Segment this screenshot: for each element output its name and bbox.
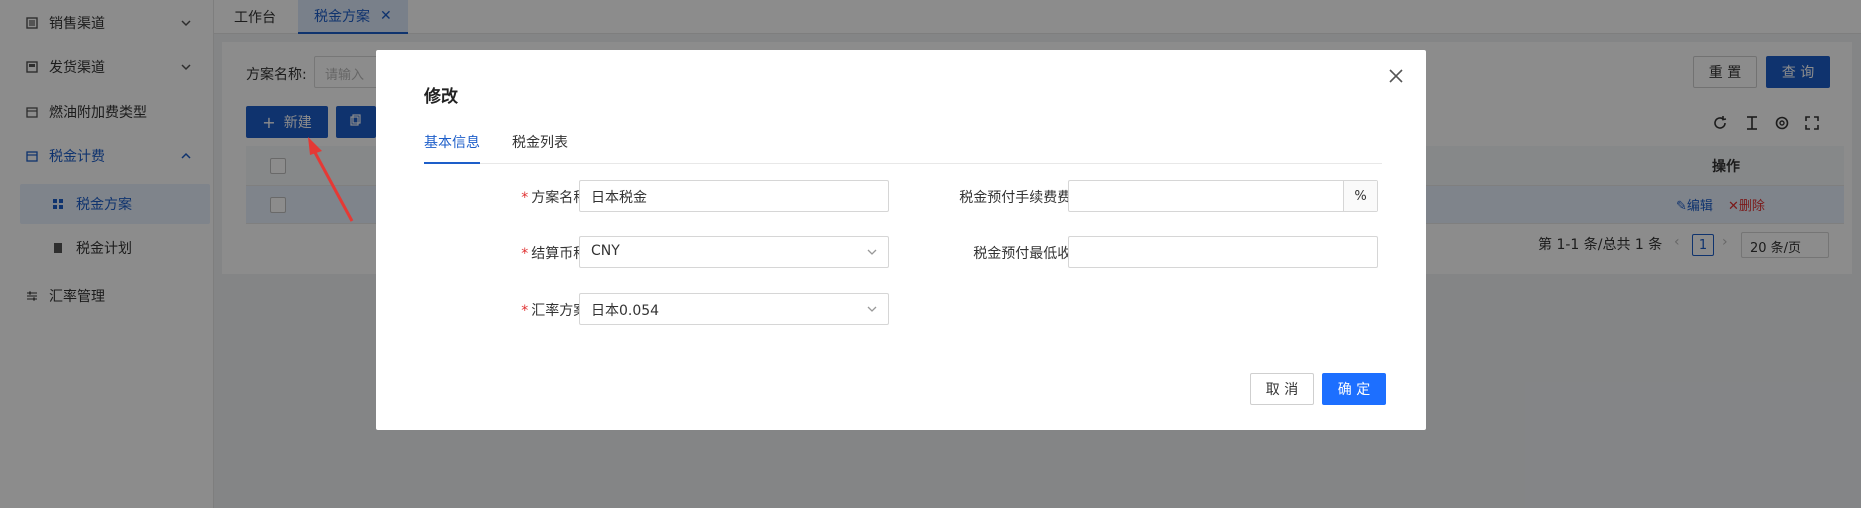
tab-basic-info[interactable]: 基本信息 — [424, 132, 480, 152]
chevron-down-icon — [867, 249, 877, 255]
required-mark: * — [521, 303, 529, 319]
prepay-fee-rate-label: 税金预付手续费费率: — [959, 190, 1090, 206]
rate-scheme-value: 日本0.054 — [591, 303, 660, 319]
annotation-arrow — [308, 137, 354, 222]
confirm-button[interactable]: 确 定 — [1322, 373, 1386, 405]
percent-suffix: % — [1343, 181, 1377, 211]
currency-value: CNY — [591, 243, 620, 259]
scheme-name-input[interactable]: 日本税金 — [579, 180, 889, 212]
currency-label: * 结算币种: — [521, 246, 592, 262]
prepay-min-fee-input[interactable] — [1068, 236, 1378, 268]
rate-scheme-select[interactable]: 日本0.054 — [579, 293, 889, 325]
scheme-name-label: * 方案名称: — [521, 190, 592, 206]
edit-dialog: 修改 基本信息 税金列表 * 方案名称: 日本税金 * 结算币种: CNY * 汇率方… — [376, 50, 1426, 430]
cancel-button[interactable]: 取 消 — [1250, 373, 1314, 405]
prepay-fee-rate-input[interactable]: % — [1068, 180, 1378, 212]
dialog-tabs: 基本信息 税金列表 — [424, 122, 1382, 164]
required-mark: * — [521, 246, 529, 262]
tab-tax-list[interactable]: 税金列表 — [512, 132, 568, 152]
currency-select[interactable]: CNY — [579, 236, 889, 268]
active-tab-indicator — [424, 162, 480, 164]
prepay-min-fee-label: 税金预付最低收费: — [973, 246, 1090, 262]
chevron-down-icon — [867, 306, 877, 312]
rate-scheme-label: * 汇率方案: — [521, 303, 592, 319]
close-icon[interactable] — [1386, 66, 1406, 86]
required-mark: * — [521, 190, 529, 206]
dialog-title: 修改 — [424, 87, 458, 107]
